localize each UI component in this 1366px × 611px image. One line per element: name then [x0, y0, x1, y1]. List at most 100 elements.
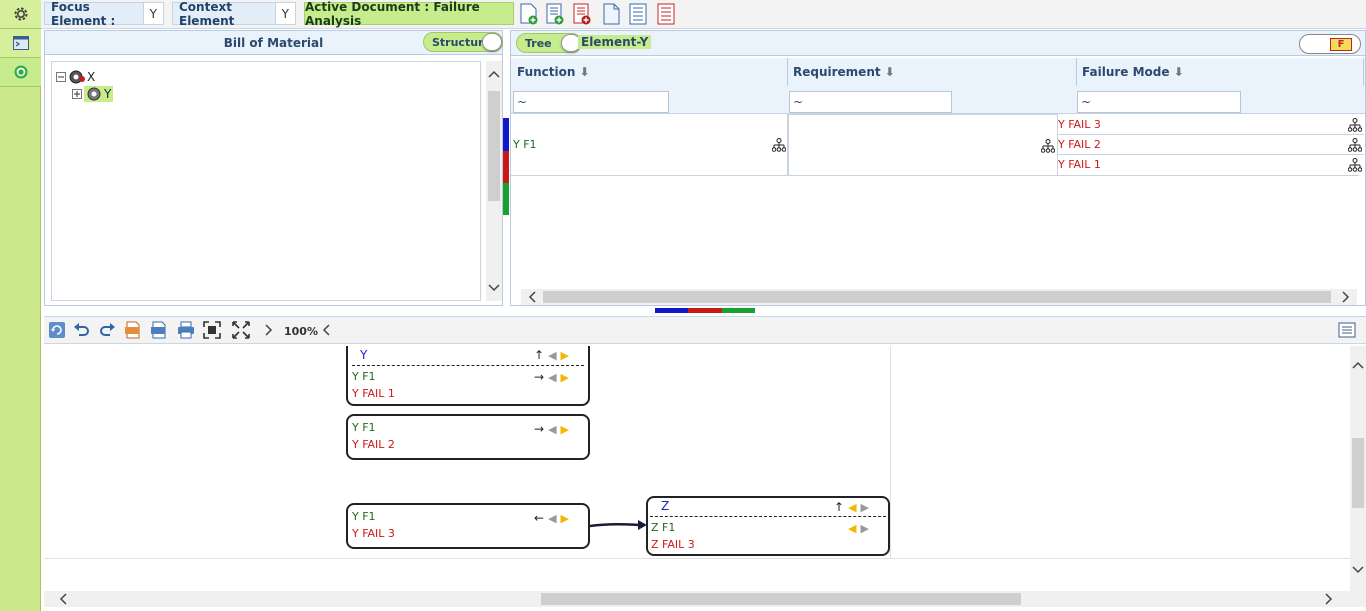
hierarchy-icon[interactable] [772, 138, 786, 152]
cycle-icon [14, 65, 27, 79]
up-arrow-icon[interactable]: ↑ [534, 348, 544, 362]
hierarchy-icon[interactable] [1348, 118, 1362, 132]
sort-arrow-icon[interactable]: ⬇ [885, 65, 895, 79]
chevron-right-icon[interactable] [1324, 593, 1334, 605]
refresh-cycle-button[interactable] [0, 58, 41, 87]
node-header-controls: ↑ ◀ ▶ [834, 500, 869, 514]
diagram-settings-icon[interactable] [1338, 321, 1356, 339]
function-node[interactable]: Z ↑ ◀ ▶ Z F1 Z FAIL 3 ◀ ▶ [646, 496, 890, 556]
new-document-icon[interactable] [600, 3, 622, 25]
collapse-icon[interactable] [56, 72, 66, 82]
focus-element-field[interactable]: Focus Element : Y [44, 0, 164, 28]
column-separator[interactable] [787, 58, 788, 86]
console-button[interactable] [0, 29, 41, 58]
fit-to-screen-icon[interactable] [203, 321, 221, 339]
function-node[interactable]: Y F1 Y FAIL 3 ← ◀ ▶ [346, 503, 590, 549]
add-document-icon[interactable] [518, 3, 540, 25]
tree-toggle[interactable]: Tree [516, 33, 582, 53]
add-failure-list-icon[interactable] [571, 3, 593, 25]
failure-mode-item[interactable]: Y FAIL 2 [1058, 135, 1364, 155]
yellow-arrow-left-icon[interactable]: ◀ [848, 522, 856, 535]
yellow-arrow-right-icon[interactable]: ▶ [561, 423, 569, 436]
column-title: Function [517, 65, 576, 79]
tree-node-x[interactable]: X [56, 69, 95, 85]
scroll-thumb[interactable] [1352, 438, 1364, 508]
context-element-field[interactable]: Context Element Y [172, 0, 296, 28]
chevron-left-icon[interactable] [318, 321, 336, 339]
requirement-cell[interactable] [788, 114, 1058, 176]
add-list-icon[interactable] [544, 3, 566, 25]
yellow-arrow-right-icon[interactable]: ▶ [561, 349, 569, 362]
scroll-thumb[interactable] [541, 593, 1021, 605]
scroll-thumb[interactable] [488, 91, 500, 201]
context-element-label: Context Element [173, 0, 276, 28]
failure-mode-item[interactable]: Y FAIL 3 [1058, 115, 1364, 135]
requirement-filter-input[interactable]: ~ [789, 91, 952, 113]
toggle-knob [482, 33, 502, 51]
export-png-icon[interactable] [150, 321, 168, 339]
failure-badge: F [1330, 38, 1352, 51]
scroll-thumb[interactable] [543, 291, 1331, 303]
chevron-right-icon[interactable] [1341, 291, 1351, 303]
function-node[interactable]: Y ↑ ◀ ▶ Y F1 Y FAIL 1 → ◀ ▶ [346, 346, 590, 406]
column-separator[interactable] [1363, 58, 1364, 86]
failure-mode-item[interactable]: Y FAIL 1 [1058, 155, 1364, 175]
up-arrow-icon[interactable]: ↑ [834, 500, 844, 514]
column-separator[interactable] [1076, 58, 1077, 86]
failure-list-icon[interactable] [655, 3, 677, 25]
export-svg-icon[interactable] [124, 321, 142, 339]
gray-arrow-left-icon[interactable]: ◀ [548, 512, 556, 525]
hierarchy-icon[interactable] [1041, 139, 1055, 153]
yellow-arrow-left-icon[interactable]: ◀ [848, 501, 856, 514]
column-header-requirement[interactable]: Requirement ⬇ [793, 65, 895, 79]
direction-arrow-icon[interactable]: ← [534, 511, 544, 525]
function-node[interactable]: Y F1 Y FAIL 2 → ◀ ▶ [346, 414, 590, 460]
function-cell[interactable]: Y F1 [511, 114, 788, 176]
diagram-vertical-scrollbar[interactable] [1350, 346, 1366, 591]
failure-filter-toggle[interactable]: F [1299, 34, 1361, 54]
gray-arrow-left-icon[interactable]: ◀ [548, 349, 556, 362]
tree-node-y[interactable]: Y [72, 86, 114, 102]
tree-node-selected[interactable]: Y [84, 86, 114, 102]
chevron-left-icon[interactable] [58, 593, 68, 605]
column-header-failure-mode[interactable]: Failure Mode ⬇ [1082, 65, 1184, 79]
chevron-right-icon[interactable] [260, 321, 278, 339]
hierarchy-icon[interactable] [1348, 158, 1362, 172]
expand-icon[interactable] [72, 89, 82, 99]
settings-button[interactable] [0, 0, 41, 29]
gray-arrow-left-icon[interactable]: ◀ [548, 371, 556, 384]
sort-arrow-icon[interactable]: ⬇ [580, 65, 590, 79]
expand-view-icon[interactable] [232, 321, 250, 339]
chevron-down-icon[interactable] [488, 283, 500, 293]
undo-icon[interactable] [73, 321, 91, 339]
gray-arrow-left-icon[interactable]: ◀ [548, 423, 556, 436]
element-label: Element-Y [578, 35, 652, 49]
direction-arrow-icon[interactable]: → [534, 422, 544, 436]
print-icon[interactable] [177, 321, 195, 339]
stripe-green [503, 183, 509, 215]
chevron-up-icon[interactable] [1352, 360, 1364, 370]
direction-arrow-icon[interactable]: → [534, 370, 544, 384]
chevron-up-icon[interactable] [488, 69, 500, 79]
gray-arrow-right-icon[interactable]: ▶ [861, 501, 869, 514]
failure-connector-arrow[interactable] [590, 518, 648, 532]
column-header-function[interactable]: Function ⬇ [517, 65, 590, 79]
diagram-horizontal-scrollbar[interactable] [44, 591, 1366, 607]
bom-vertical-scrollbar[interactable] [486, 61, 502, 301]
diagram-canvas[interactable]: Y ↑ ◀ ▶ Y F1 Y FAIL 1 → ◀ ▶ Y F1 Y FAIL … [44, 346, 1350, 591]
fa-horizontal-scrollbar[interactable] [521, 289, 1357, 305]
yellow-arrow-right-icon[interactable]: ▶ [561, 512, 569, 525]
list-view-icon[interactable] [627, 3, 649, 25]
chevron-left-icon[interactable] [527, 291, 537, 303]
gray-arrow-right-icon[interactable]: ▶ [860, 522, 868, 535]
chevron-down-icon[interactable] [1352, 565, 1364, 575]
failure-mode-filter-input[interactable]: ~ [1077, 91, 1241, 113]
hierarchy-icon[interactable] [1348, 138, 1362, 152]
refresh-icon[interactable] [48, 321, 66, 339]
structure-toggle[interactable]: Structure [423, 32, 503, 52]
redo-icon[interactable] [98, 321, 116, 339]
yellow-arrow-right-icon[interactable]: ▶ [561, 371, 569, 384]
panel-splitter[interactable] [655, 308, 755, 313]
function-filter-input[interactable]: ~ [513, 91, 669, 113]
sort-arrow-icon[interactable]: ⬇ [1174, 65, 1184, 79]
